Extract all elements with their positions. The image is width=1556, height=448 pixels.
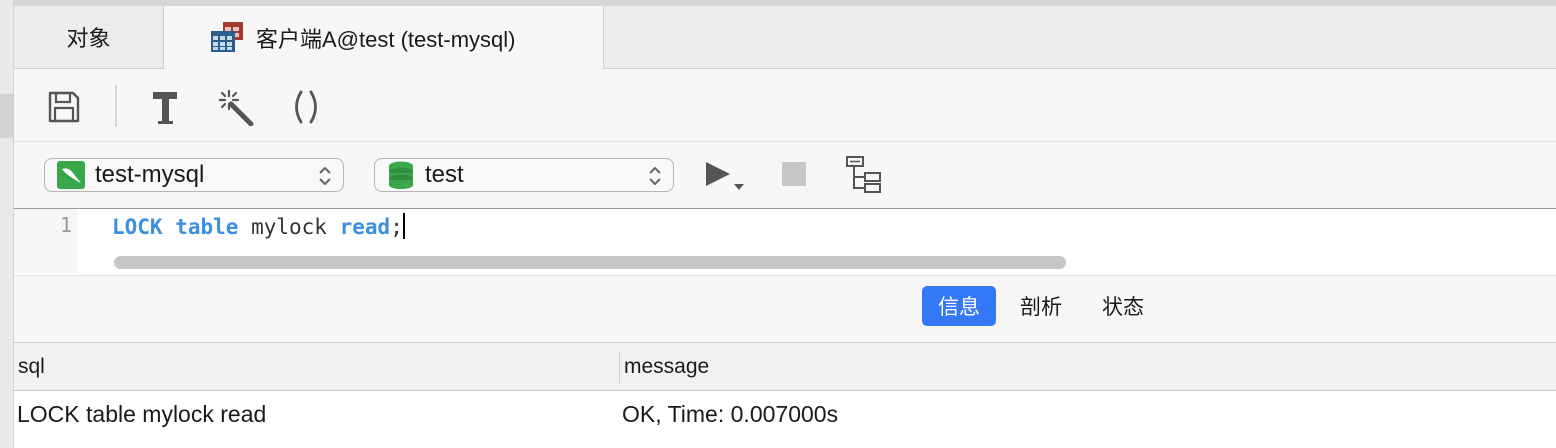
save-button[interactable] (44, 87, 84, 127)
query-table-icon (211, 22, 245, 58)
chevron-updown-icon (319, 167, 331, 185)
sql-text: mylock (238, 215, 340, 239)
explain-tree-icon (846, 156, 881, 193)
editor-toolbar (14, 69, 1556, 142)
run-button[interactable] (700, 156, 750, 196)
cell-message[interactable]: OK, Time: 0.007000s (622, 391, 838, 437)
tab-info[interactable]: 信息 (922, 286, 996, 326)
tab-profile-label: 剖析 (1020, 296, 1062, 319)
column-header-message-label: message (624, 354, 710, 378)
sql-keyword: read (339, 215, 391, 239)
tab-profile[interactable]: 剖析 (1004, 286, 1078, 326)
build-button[interactable] (146, 87, 186, 127)
database-icon (387, 161, 415, 189)
sql-text: ; (390, 215, 403, 239)
line-gutter: 1 (14, 209, 78, 273)
connection-bar: test-mysql test (14, 142, 1556, 209)
tab-info-label: 信息 (938, 296, 980, 319)
mysql-connection-icon (57, 161, 85, 189)
left-sidebar-selection (0, 94, 13, 138)
grid-header: sql message (14, 343, 1556, 391)
column-header-sql-label: sql (18, 354, 45, 378)
column-separator[interactable] (619, 351, 620, 383)
column-header-message[interactable]: message (624, 343, 709, 390)
result-grid: sql message LOCK table mylock read OK, T… (14, 343, 1556, 448)
cell-sql[interactable]: LOCK table mylock read (17, 391, 266, 437)
result-tabs-bar: 信息 剖析 状态 (14, 276, 1556, 343)
play-icon (706, 162, 744, 190)
left-sidebar-strip[interactable] (0, 0, 14, 448)
hammer-icon (153, 92, 177, 124)
table-row[interactable]: LOCK table mylock read OK, Time: 0.00700… (14, 391, 1556, 437)
text-cursor (402, 213, 405, 239)
sql-keyword: table (175, 215, 239, 239)
horizontal-scrollbar[interactable] (114, 256, 1066, 269)
stop-icon (782, 162, 806, 186)
explain-button[interactable] (844, 154, 884, 194)
cell-sql-value: LOCK table mylock read (17, 400, 267, 427)
connection-select[interactable]: test-mysql (44, 158, 344, 192)
tab-status[interactable]: 状态 (1086, 286, 1160, 326)
connection-value: test-mysql (95, 161, 205, 188)
magic-wand-icon (218, 89, 254, 126)
beautify-button[interactable] (216, 87, 256, 127)
database-value: test (425, 161, 464, 188)
tab-objects[interactable]: 对象 (14, 6, 164, 68)
line-number: 1 (59, 213, 72, 237)
tab-status-label: 状态 (1102, 296, 1144, 319)
sql-editor[interactable]: 1 LOCK table mylock read; (14, 209, 1556, 276)
sql-keyword: LOCK (112, 215, 163, 239)
chevron-updown-icon (649, 167, 661, 185)
cell-message-value: OK, Time: 0.007000s (622, 400, 839, 427)
tab-client-query[interactable]: 客户端A@test (test-mysql) (164, 6, 604, 69)
code-line[interactable]: LOCK table mylock read; (112, 213, 405, 239)
column-header-sql[interactable]: sql (18, 343, 45, 390)
tab-client-label: 客户端A@test (test-mysql) (256, 26, 516, 52)
save-icon (48, 91, 80, 123)
database-select[interactable]: test (374, 158, 674, 192)
toolbar-separator (115, 85, 117, 127)
tab-bar: 对象 客户端A@test (test-mysql) (14, 6, 1556, 69)
stop-button[interactable] (774, 154, 814, 194)
parentheses-button[interactable] (286, 87, 326, 127)
tab-objects-label: 对象 (66, 26, 111, 51)
parentheses-icon (295, 90, 317, 124)
